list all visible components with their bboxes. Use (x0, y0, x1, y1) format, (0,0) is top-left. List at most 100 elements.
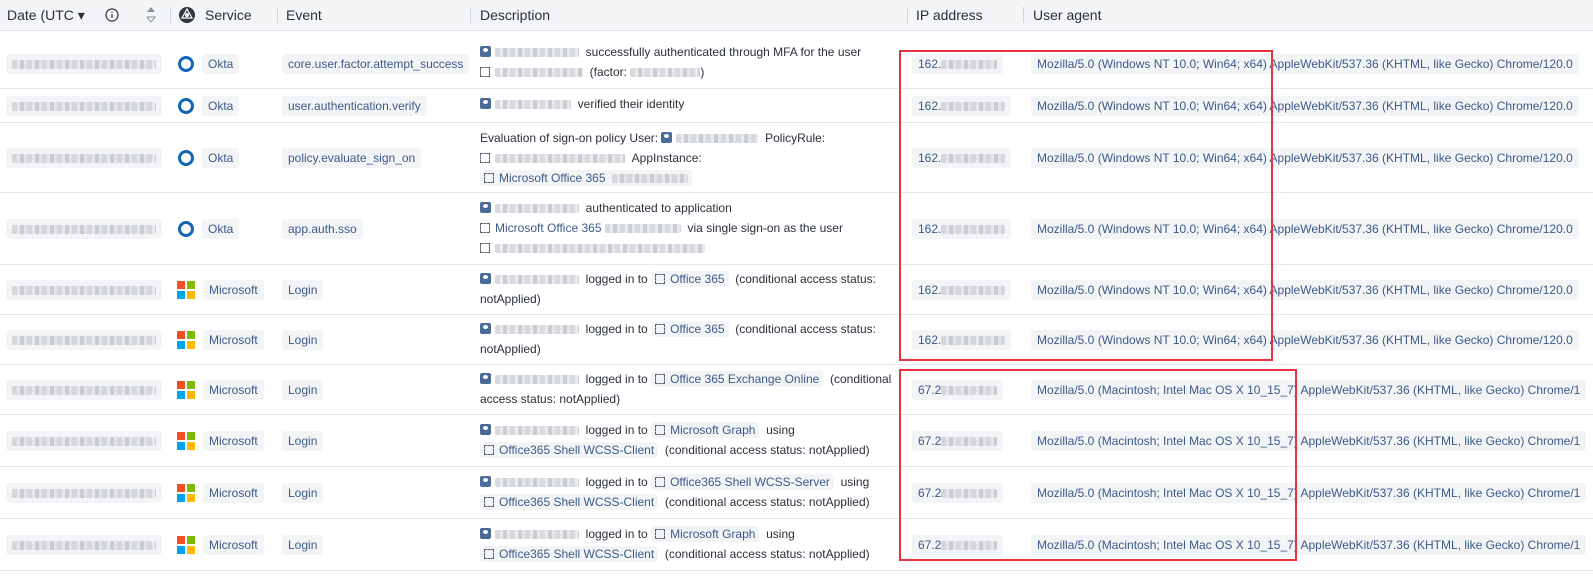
user-icon (480, 273, 491, 284)
service-icon (178, 0, 196, 30)
table-row[interactable]: Microsoft Login logged in to Office 365 … (0, 315, 1593, 365)
okta-logo-icon (178, 55, 194, 72)
event-label[interactable]: Login (282, 379, 324, 400)
app-link[interactable]: Microsoft Office 365 (495, 221, 602, 235)
table-row[interactable]: Microsoft Login logged in to Office 365 … (0, 365, 1593, 415)
event-description: logged in to Office 365 (conditional acc… (480, 271, 876, 306)
app-link[interactable]: Office 365 (670, 322, 724, 336)
okta-logo-icon (178, 97, 194, 114)
column-divider[interactable] (1023, 7, 1024, 23)
app-link[interactable]: Office365 Shell WCSS-Server (670, 475, 830, 489)
event-label[interactable]: Login (282, 482, 324, 503)
app-icon (655, 425, 666, 435)
column-header-ip-address[interactable]: IP address (916, 0, 983, 30)
app-link[interactable]: Office365 Shell WCSS-Client (499, 547, 654, 561)
table-row[interactable]: Okta app.auth.sso authenticated to appli… (0, 193, 1593, 265)
redacted-user (495, 325, 579, 335)
info-icon[interactable] (105, 0, 119, 30)
table-row[interactable]: Okta user.authentication.verify verified… (0, 89, 1593, 123)
service-label[interactable]: Okta (202, 53, 240, 74)
column-header-user-agent[interactable]: User agent (1033, 0, 1101, 30)
app-icon (484, 173, 494, 183)
service-label[interactable]: Microsoft (203, 430, 264, 451)
service-label[interactable]: Microsoft (203, 379, 264, 400)
app-icon (655, 374, 666, 384)
service-label[interactable]: Okta (202, 95, 240, 116)
table-row[interactable]: Okta policy.evaluate_sign_on Evaluation … (0, 123, 1593, 193)
app-icon (484, 445, 494, 455)
user-icon (480, 46, 491, 57)
redacted-user (495, 478, 579, 488)
app-link[interactable]: Microsoft Office 365 (499, 171, 606, 185)
microsoft-logo-icon (177, 330, 195, 349)
column-header-service[interactable]: Service (205, 0, 252, 30)
app-link[interactable]: Office 365 Exchange Online (670, 372, 819, 386)
app-icon (655, 529, 666, 539)
app-icon (484, 549, 494, 559)
app-link[interactable]: Microsoft Graph (670, 527, 755, 541)
app-link[interactable]: Office 365 (670, 272, 724, 286)
redacted-user (676, 134, 759, 144)
app-icon (655, 324, 666, 334)
date-value (6, 329, 162, 350)
service-label[interactable]: Microsoft (203, 482, 264, 503)
service-label[interactable]: Microsoft (203, 279, 264, 300)
event-label[interactable]: core.user.factor.attempt_success (282, 53, 470, 74)
redacted-user (495, 68, 583, 78)
column-divider[interactable] (277, 7, 278, 23)
table-row[interactable]: Microsoft Login logged in to Microsoft G… (0, 415, 1593, 467)
app-icon (480, 243, 490, 253)
app-icon (655, 477, 666, 487)
table-row[interactable]: Microsoft Login logged in to Office365 S… (0, 467, 1593, 519)
event-description: logged in to Office365 Shell WCSS-Server… (480, 472, 900, 512)
caret-down-icon: ▾ (77, 7, 85, 23)
user-icon (661, 132, 673, 143)
redacted-policy-rule (495, 154, 625, 164)
column-divider[interactable] (907, 7, 908, 23)
redacted-user (495, 204, 579, 214)
service-label[interactable]: Okta (202, 218, 240, 239)
service-label[interactable]: Microsoft (203, 534, 264, 555)
column-divider[interactable] (470, 7, 471, 23)
event-label[interactable]: policy.evaluate_sign_on (282, 147, 422, 168)
event-label[interactable]: Login (282, 279, 324, 300)
app-link[interactable]: Microsoft Graph (670, 423, 755, 437)
app-link[interactable]: Office365 Shell WCSS-Client (499, 495, 654, 509)
table-row[interactable]: Okta core.user.factor.attempt_success su… (0, 39, 1593, 89)
microsoft-logo-icon (177, 280, 195, 299)
event-label[interactable]: Login (282, 534, 324, 555)
user-icon (480, 202, 491, 213)
event-label[interactable]: Login (282, 430, 324, 451)
event-label[interactable]: app.auth.sso (282, 218, 363, 239)
redacted-user (495, 275, 579, 285)
app-icon (480, 67, 490, 77)
user-icon (480, 528, 491, 539)
user-icon (480, 373, 491, 384)
event-description: logged in to Microsoft Graph using Offic… (480, 524, 900, 564)
table-row[interactable]: Microsoft Login logged in to Microsoft G… (0, 519, 1593, 571)
event-label[interactable]: user.authentication.verify (282, 95, 427, 116)
service-label[interactable]: Okta (202, 147, 240, 168)
date-value (6, 147, 162, 168)
column-divider[interactable] (170, 7, 171, 23)
app-icon (480, 223, 490, 233)
event-description: verified their identity (480, 94, 900, 114)
table-header: Date (UTC ▾ Service Event Description IP… (0, 0, 1593, 31)
column-header-date[interactable]: Date (UTC ▾ (7, 0, 85, 30)
highlight-box-mac (899, 369, 1297, 561)
event-description: logged in to Office 365 Exchange Online … (480, 371, 892, 406)
event-description: logged in to Microsoft Graph using Offic… (480, 420, 900, 460)
event-label[interactable]: Login (282, 329, 324, 350)
column-header-description[interactable]: Description (480, 0, 550, 30)
redacted-user (495, 100, 571, 110)
service-label[interactable]: Microsoft (203, 329, 264, 350)
okta-logo-icon (178, 149, 194, 166)
app-link[interactable]: Office365 Shell WCSS-Client (499, 443, 654, 457)
table-row[interactable]: Microsoft Login logged in to Office 365 … (0, 265, 1593, 315)
app-icon (655, 274, 666, 284)
column-header-event[interactable]: Event (286, 0, 322, 30)
redacted-user (495, 530, 579, 540)
user-icon (480, 98, 491, 109)
redacted-user (495, 244, 705, 254)
sort-icon[interactable] (145, 6, 157, 27)
